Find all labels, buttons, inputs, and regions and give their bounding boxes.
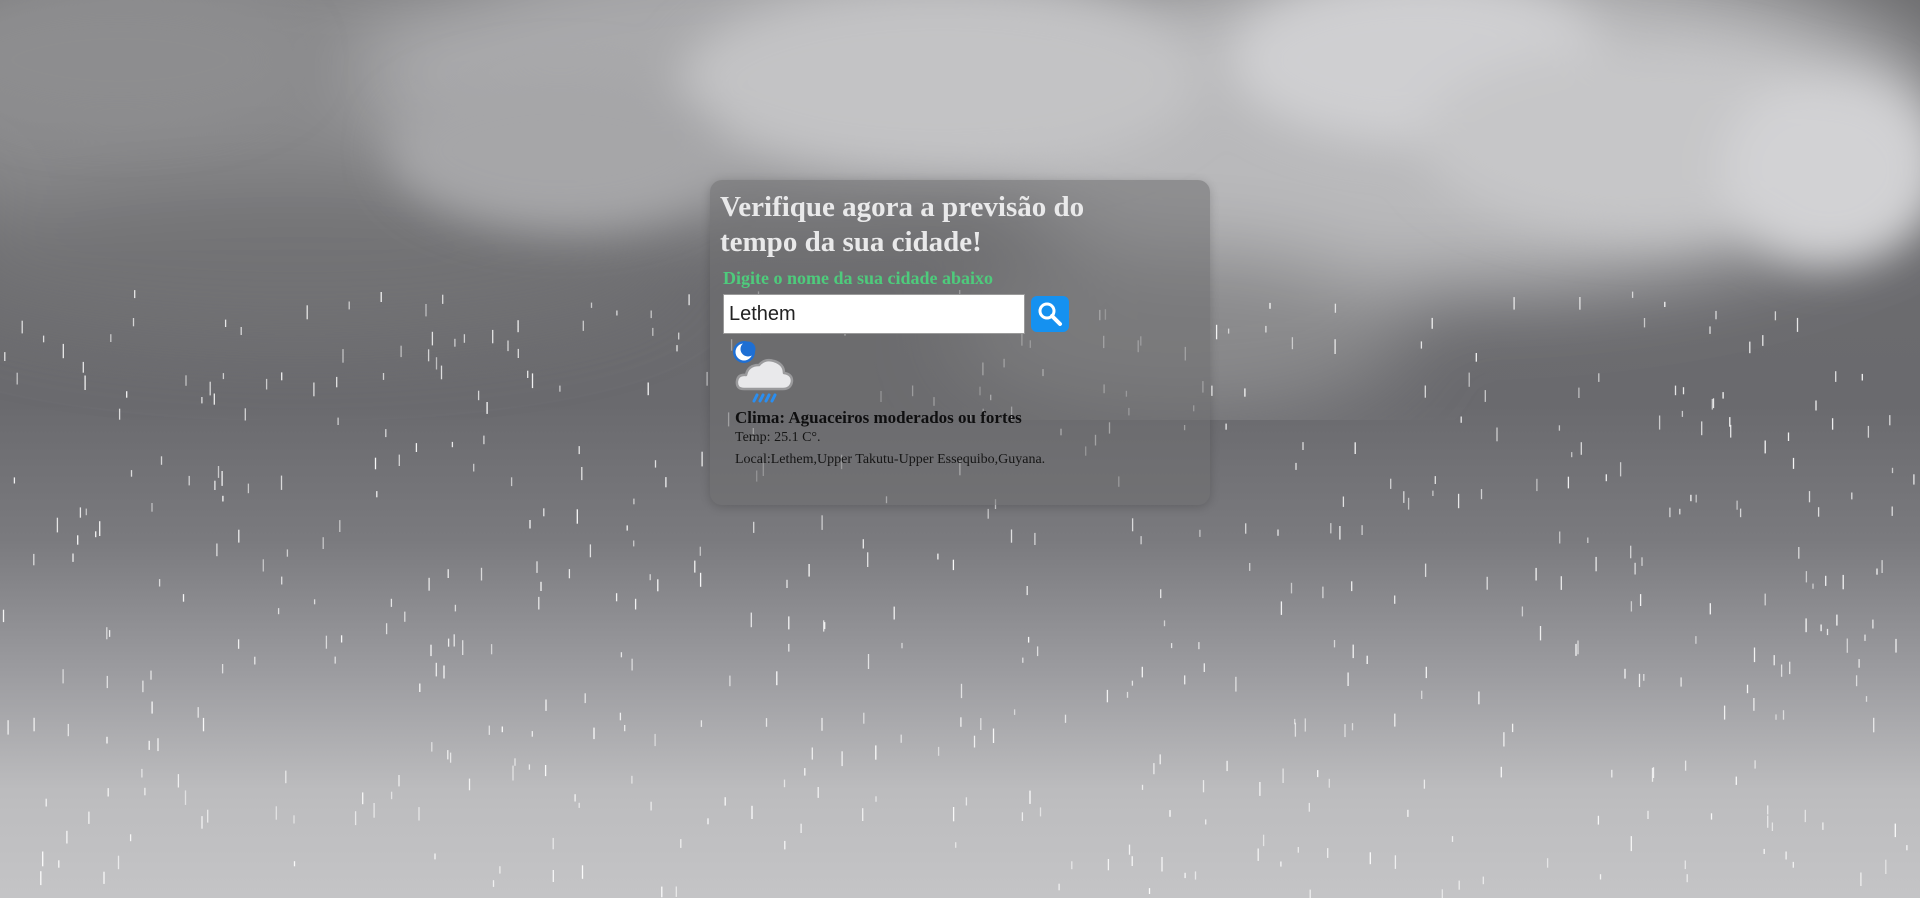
search-bar	[723, 294, 1200, 334]
weather-panel: Verifique agora a previsão do tempo da s…	[710, 180, 1210, 505]
temperature-text: Temp: 25.1 C°.	[735, 430, 821, 445]
weather-condition: Clima: Aguaceiros moderados ou fortes	[735, 408, 1022, 427]
search-button[interactable]	[1031, 296, 1069, 332]
location-text: Local:Lethem,Upper Takutu-Upper Essequib…	[735, 452, 1046, 467]
search-instruction: Digite o nome da sua cidade abaixo	[723, 268, 994, 288]
search-icon	[1038, 302, 1062, 326]
page-title: Verifique agora a previsão do tempo da s…	[720, 191, 1085, 258]
night-rain-showers-icon	[733, 341, 794, 403]
city-search-input[interactable]	[723, 294, 1025, 334]
